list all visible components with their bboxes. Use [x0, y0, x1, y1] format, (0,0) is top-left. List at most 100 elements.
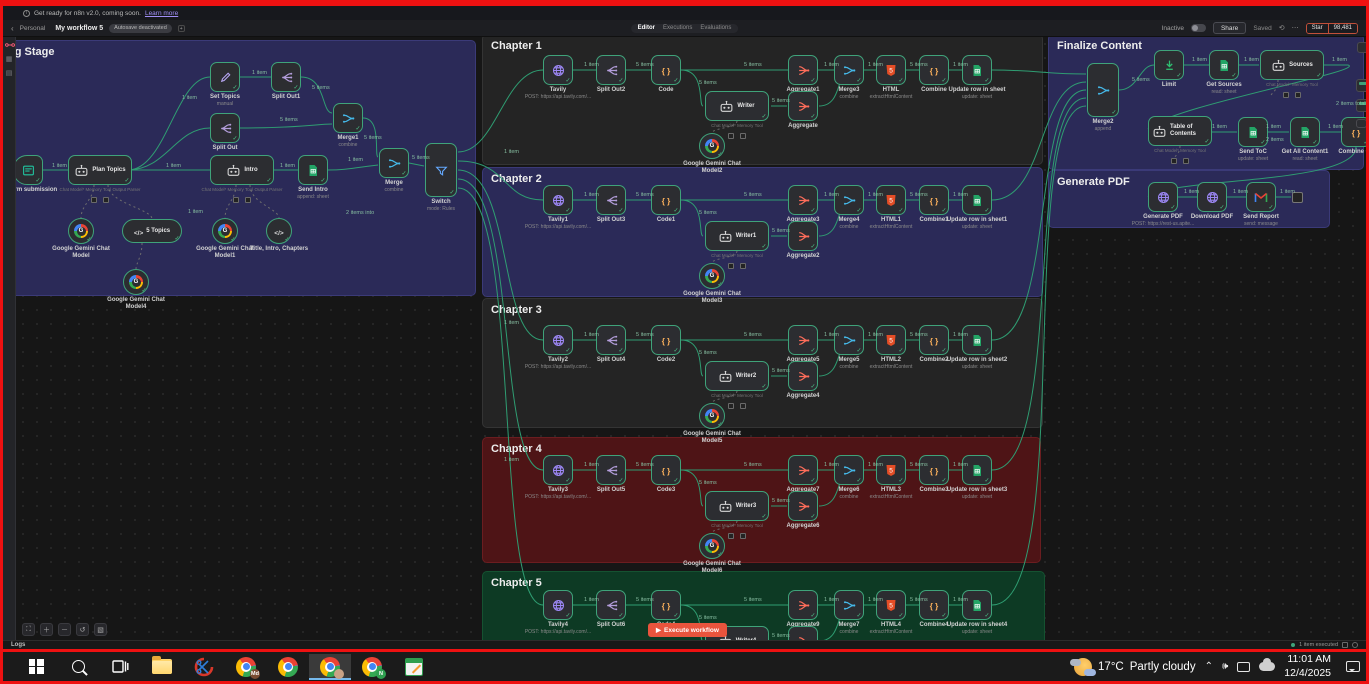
start-button[interactable]	[15, 654, 57, 680]
node-set-topics[interactable]: ✓	[210, 62, 240, 92]
connector-plus-box[interactable]	[1295, 92, 1301, 98]
zoom-in-button[interactable]: ＋	[40, 623, 53, 636]
node-google-gemini-chat-model2[interactable]: G ✓	[699, 133, 725, 159]
history-icon[interactable]: ⟲	[1279, 24, 1285, 32]
node-send-intro[interactable]: ✓	[298, 155, 328, 185]
connector-plus-box[interactable]	[103, 197, 109, 203]
collapse-logs-icon[interactable]	[1352, 642, 1358, 648]
node-html4[interactable]: 5 ✓	[876, 590, 906, 620]
node-google-gemini-chat-model3[interactable]: G ✓	[699, 263, 725, 289]
node-aggregate[interactable]: ✓	[788, 91, 818, 121]
chrome-profile-md-icon[interactable]: Md	[225, 654, 267, 680]
node-aggregate6[interactable]: ✓	[788, 491, 818, 521]
clipped-node[interactable]	[1356, 119, 1366, 128]
notes-app-icon[interactable]	[393, 654, 435, 680]
node-update-row-in-sheet[interactable]: ✓	[962, 55, 992, 85]
node-google-gemini-chat-model6[interactable]: G ✓	[699, 533, 725, 559]
node-aggregate8[interactable]: ✓	[788, 626, 818, 640]
connector-plus-box[interactable]	[728, 533, 734, 539]
node-google-gemini-chat-model[interactable]: G ✓	[68, 218, 94, 244]
node-update-row-in-sheet1[interactable]: ✓	[962, 185, 992, 215]
chrome-profile-n-icon[interactable]: N	[351, 654, 393, 680]
node-switch[interactable]: ✓	[425, 143, 457, 197]
connector-plus-box[interactable]	[728, 133, 734, 139]
node-code4[interactable]: { } ✓	[651, 590, 681, 620]
node-update-row-in-sheet2[interactable]: ✓	[962, 325, 992, 355]
back-chevron-icon[interactable]: ‹	[11, 24, 14, 33]
banner-learn-more-link[interactable]: Learn more	[145, 10, 178, 17]
file-explorer-icon[interactable]	[141, 654, 183, 680]
node-html[interactable]: 5 ✓	[876, 55, 906, 85]
fit-view-button[interactable]: ⛶	[22, 623, 35, 636]
node-html1[interactable]: 5 ✓	[876, 185, 906, 215]
clipped-node[interactable]	[1357, 42, 1366, 53]
node-google-gemini-chat-model4[interactable]: G ✓	[123, 269, 149, 295]
open-logs-icon[interactable]	[1342, 642, 1348, 648]
node-update-row-in-sheet3[interactable]: ✓	[962, 455, 992, 485]
connector-plus-box[interactable]	[728, 403, 734, 409]
node-merge2[interactable]: ✓	[1087, 63, 1119, 117]
onedrive-icon[interactable]	[1259, 658, 1276, 671]
tab-evaluations[interactable]: Evaluations	[700, 25, 731, 31]
chrome-icon[interactable]	[267, 654, 309, 680]
tab-executions[interactable]: Executions	[663, 25, 692, 31]
connector-plus-box[interactable]	[740, 403, 746, 409]
node-html3[interactable]: 5 ✓	[876, 455, 906, 485]
node-table-of-contents[interactable]: Table of Contents ✓	[1148, 116, 1212, 146]
overview-icon[interactable]: ▦	[5, 54, 14, 63]
connector-plus-box[interactable]	[728, 263, 734, 269]
chrome-active-window-icon[interactable]	[309, 653, 351, 680]
connector-plus-box[interactable]	[91, 197, 97, 203]
node-aggregate3[interactable]: ✓	[788, 185, 818, 215]
connector-plus-box[interactable]	[233, 197, 239, 203]
node-code[interactable]: { } ✓	[651, 55, 681, 85]
node-code2[interactable]: { } ✓	[651, 325, 681, 355]
node-code3[interactable]: { } ✓	[651, 455, 681, 485]
node-limit[interactable]: ✓	[1154, 50, 1184, 80]
node-tavily4[interactable]: ✓	[543, 590, 573, 620]
node-split-out1[interactable]: ✓	[271, 62, 301, 92]
undo-button[interactable]: ↺	[76, 623, 89, 636]
volume-icon[interactable]: 🕪	[1222, 661, 1228, 672]
node-combine2[interactable]: { } ✓	[919, 325, 949, 355]
breadcrumb[interactable]: Personal	[20, 25, 46, 32]
node-title-intro-chapters[interactable]: </> ✓	[266, 218, 292, 244]
node-get-all-content1[interactable]: ✓	[1290, 117, 1320, 147]
node-aggregate9[interactable]: ✓	[788, 590, 818, 620]
connector-plus-box[interactable]	[1183, 158, 1189, 164]
share-button[interactable]: Share	[1212, 22, 1247, 34]
logs-bar[interactable]: Logs 1 item executed	[3, 640, 1366, 649]
node-split-out2[interactable]: ✓	[596, 55, 626, 85]
node-merge3[interactable]: ✓	[834, 55, 864, 85]
node-aggregate5[interactable]: ✓	[788, 325, 818, 355]
connector-plus-box[interactable]	[1283, 92, 1289, 98]
node-5-topics[interactable]: </> 5 Topics ✓	[122, 219, 182, 243]
active-toggle[interactable]	[1190, 24, 1206, 32]
node-combine4[interactable]: { } ✓	[919, 590, 949, 620]
node-writer[interactable]: Writer ✓	[705, 91, 769, 121]
node-tavily[interactable]: ✓	[543, 55, 573, 85]
star-label[interactable]: Star	[1306, 23, 1328, 33]
logs-label[interactable]: Logs	[11, 642, 25, 648]
node-update-row-in-sheet4[interactable]: ✓	[962, 590, 992, 620]
node-writer3[interactable]: Writer3 ✓	[705, 491, 769, 521]
snipping-tool-icon[interactable]	[183, 654, 225, 680]
node-split-out4[interactable]: ✓	[596, 325, 626, 355]
node-on-form-submission[interactable]: ✓	[16, 155, 43, 185]
node-writer1[interactable]: Writer1 ✓	[705, 221, 769, 251]
node-merge7[interactable]: ✓	[834, 590, 864, 620]
node-split-out3[interactable]: ✓	[596, 185, 626, 215]
node-merge[interactable]: ✓	[379, 148, 409, 178]
node-merge4[interactable]: ✓	[834, 185, 864, 215]
node-split-out5[interactable]: ✓	[596, 455, 626, 485]
tidy-up-button[interactable]: ▧	[94, 623, 107, 636]
tab-editor[interactable]: Editor	[638, 25, 655, 31]
workflow-canvas[interactable]: ▶ Execute workflow ⛶ ＋ － ↺ ▧ Planning Stage C…	[16, 37, 1366, 640]
projects-icon[interactable]: ▤	[5, 68, 14, 77]
node-merge6[interactable]: ✓	[834, 455, 864, 485]
node-tavily1[interactable]: ✓	[543, 185, 573, 215]
node-aggregate1[interactable]: ✓	[788, 55, 818, 85]
clipped-node[interactable]	[1356, 79, 1366, 92]
more-options-icon[interactable]: ⋯	[1292, 24, 1299, 32]
node-tavily2[interactable]: ✓	[543, 325, 573, 355]
